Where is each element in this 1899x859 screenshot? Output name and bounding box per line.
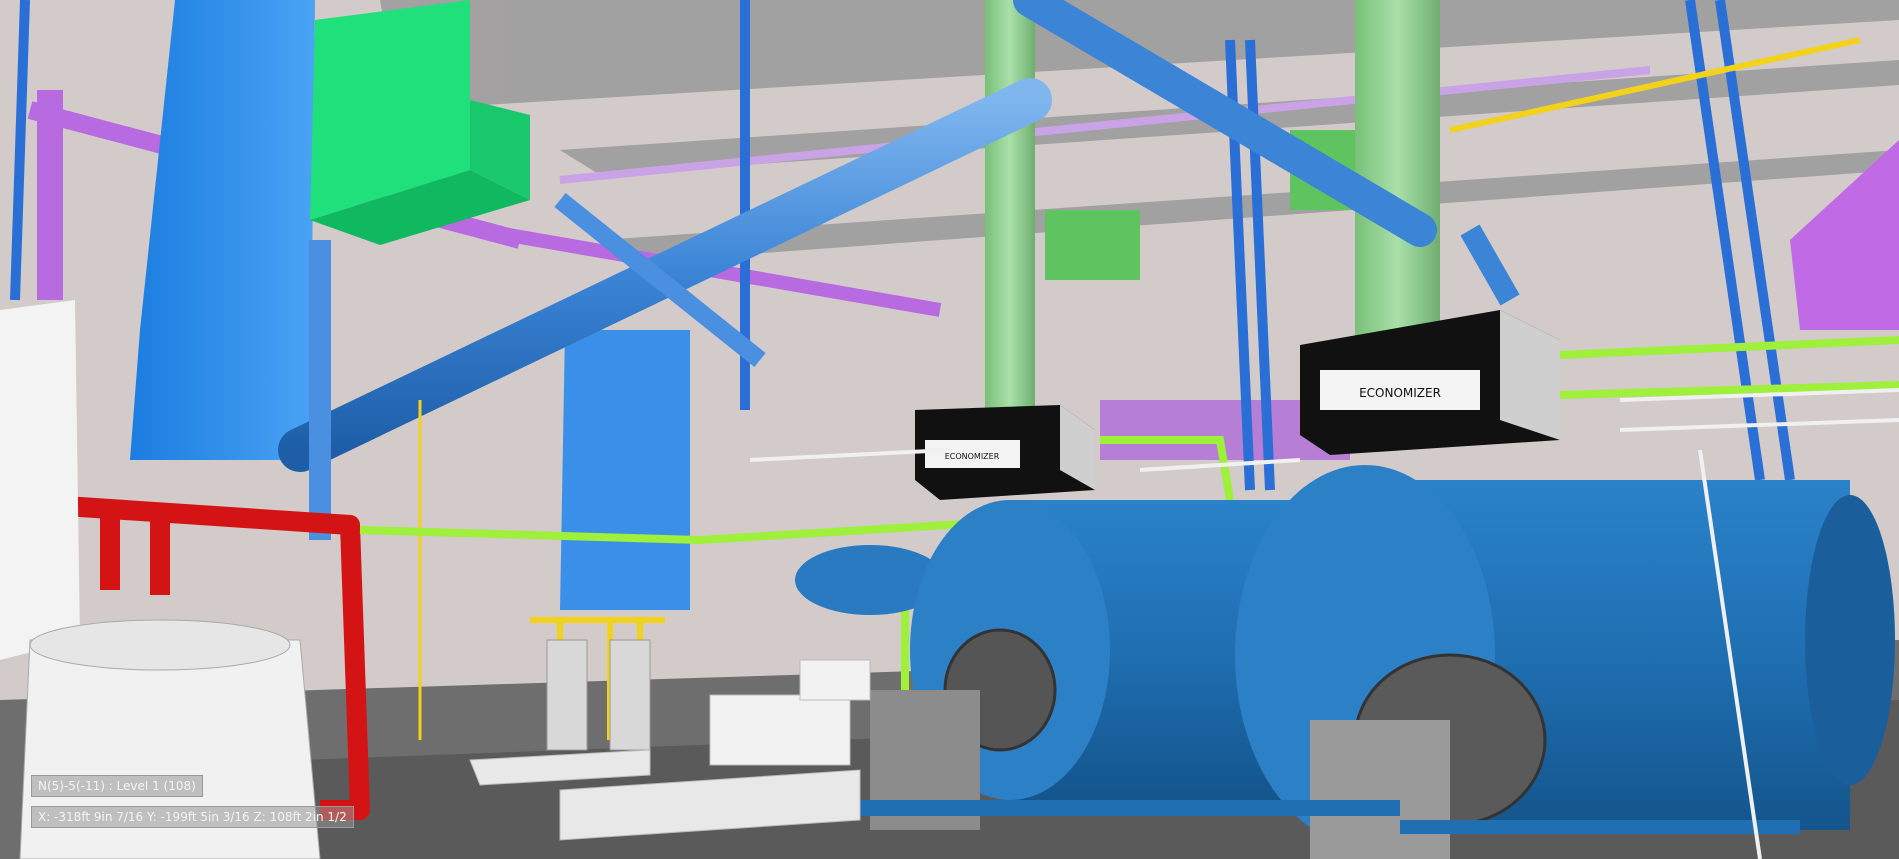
svg-text:ECONOMIZER: ECONOMIZER — [1359, 386, 1441, 400]
exhaust-stack-1 — [985, 0, 1035, 420]
mechanical-room-3d-scene[interactable]: ECONOMIZER ECONOMIZER — [0, 0, 1899, 859]
3d-model-viewport[interactable]: ECONOMIZER ECONOMIZER N(5)-5(-11) : Leve… — [0, 0, 1899, 859]
svg-text:ECONOMIZER: ECONOMIZER — [945, 452, 1000, 461]
coordinates-readout: X: -318ft 9in 7/16 Y: -199ft 5in 3/16 Z:… — [31, 806, 354, 828]
supply-duct-center — [560, 330, 690, 610]
economizer-small: ECONOMIZER — [915, 405, 1095, 500]
level-readout: N(5)-5(-11) : Level 1 (108) — [31, 775, 203, 797]
exhaust-stack-2 — [1355, 0, 1440, 340]
boiler-2 — [1235, 465, 1895, 859]
